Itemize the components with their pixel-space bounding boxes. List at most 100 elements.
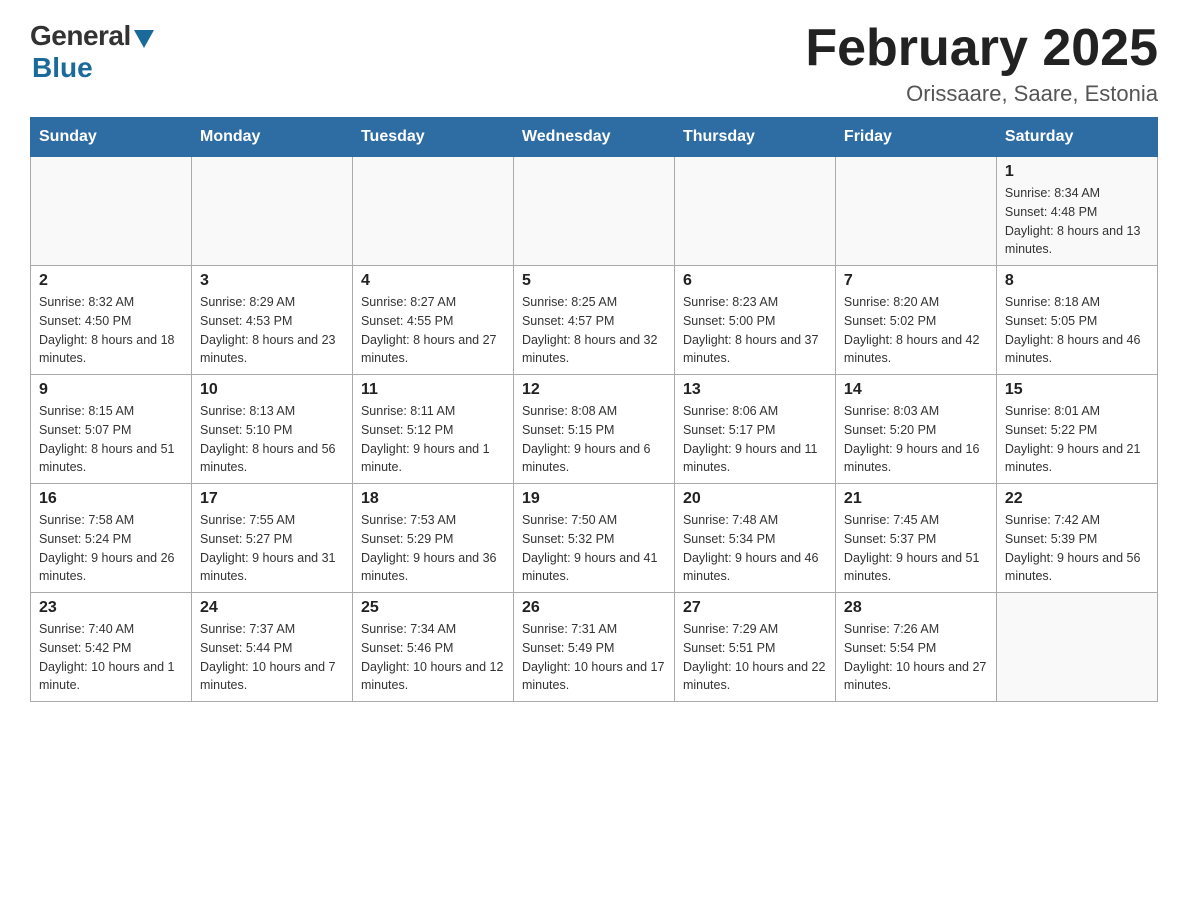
calendar-cell: 19 Sunrise: 7:50 AMSunset: 5:32 PMDayligh…: [513, 484, 674, 593]
day-info: Sunrise: 8:11 AMSunset: 5:12 PMDaylight:…: [361, 402, 505, 477]
header-thursday: Thursday: [674, 118, 835, 157]
header-tuesday: Tuesday: [352, 118, 513, 157]
day-info: Sunrise: 8:03 AMSunset: 5:20 PMDaylight:…: [844, 402, 988, 477]
day-info: Sunrise: 7:50 AMSunset: 5:32 PMDaylight:…: [522, 511, 666, 586]
header-friday: Friday: [835, 118, 996, 157]
calendar-cell: 14 Sunrise: 8:03 AMSunset: 5:20 PMDayligh…: [835, 375, 996, 484]
day-number: 22: [1005, 490, 1149, 508]
calendar-cell: 7 Sunrise: 8:20 AMSunset: 5:02 PMDaylight…: [835, 266, 996, 375]
calendar-cell: 4 Sunrise: 8:27 AMSunset: 4:55 PMDaylight…: [352, 266, 513, 375]
calendar-cell: 16 Sunrise: 7:58 AMSunset: 5:24 PMDayligh…: [31, 484, 192, 593]
day-number: 13: [683, 381, 827, 399]
day-info: Sunrise: 7:29 AMSunset: 5:51 PMDaylight:…: [683, 620, 827, 695]
day-number: 23: [39, 599, 183, 617]
calendar-week-row: 9 Sunrise: 8:15 AMSunset: 5:07 PMDaylight…: [31, 375, 1158, 484]
day-info: Sunrise: 7:48 AMSunset: 5:34 PMDaylight:…: [683, 511, 827, 586]
calendar-cell: 26 Sunrise: 7:31 AMSunset: 5:49 PMDayligh…: [513, 593, 674, 702]
calendar-cell: 10 Sunrise: 8:13 AMSunset: 5:10 PMDayligh…: [191, 375, 352, 484]
day-info: Sunrise: 8:08 AMSunset: 5:15 PMDaylight:…: [522, 402, 666, 477]
day-info: Sunrise: 7:34 AMSunset: 5:46 PMDaylight:…: [361, 620, 505, 695]
calendar-header-row: Sunday Monday Tuesday Wednesday Thursday…: [31, 118, 1158, 157]
day-info: Sunrise: 8:20 AMSunset: 5:02 PMDaylight:…: [844, 293, 988, 368]
calendar-cell: 11 Sunrise: 8:11 AMSunset: 5:12 PMDayligh…: [352, 375, 513, 484]
title-area: February 2025 Orissaare, Saare, Estonia: [805, 20, 1158, 107]
day-info: Sunrise: 7:26 AMSunset: 5:54 PMDaylight:…: [844, 620, 988, 695]
calendar-cell: [996, 593, 1157, 702]
day-number: 12: [522, 381, 666, 399]
day-number: 8: [1005, 272, 1149, 290]
calendar-week-row: 1Sunrise: 8:34 AMSunset: 4:48 PMDaylight…: [31, 157, 1158, 266]
day-number: 24: [200, 599, 344, 617]
day-info: Sunrise: 8:27 AMSunset: 4:55 PMDaylight:…: [361, 293, 505, 368]
calendar-week-row: 16 Sunrise: 7:58 AMSunset: 5:24 PMDayligh…: [31, 484, 1158, 593]
day-info: Sunrise: 8:06 AMSunset: 5:17 PMDaylight:…: [683, 402, 827, 477]
calendar-cell: 21 Sunrise: 7:45 AMSunset: 5:37 PMDayligh…: [835, 484, 996, 593]
calendar-table: Sunday Monday Tuesday Wednesday Thursday…: [30, 117, 1158, 702]
day-number: 17: [200, 490, 344, 508]
calendar-cell: 9 Sunrise: 8:15 AMSunset: 5:07 PMDaylight…: [31, 375, 192, 484]
day-info: Sunrise: 7:45 AMSunset: 5:37 PMDaylight:…: [844, 511, 988, 586]
header-sunday: Sunday: [31, 118, 192, 157]
day-number: 26: [522, 599, 666, 617]
calendar-cell: 2Sunrise: 8:32 AMSunset: 4:50 PMDaylight…: [31, 266, 192, 375]
day-info: Sunrise: 8:29 AMSunset: 4:53 PMDaylight:…: [200, 293, 344, 368]
calendar-cell: 5Sunrise: 8:25 AMSunset: 4:57 PMDaylight…: [513, 266, 674, 375]
day-number: 19: [522, 490, 666, 508]
day-info: Sunrise: 7:40 AMSunset: 5:42 PMDaylight:…: [39, 620, 183, 695]
calendar-cell: 1Sunrise: 8:34 AMSunset: 4:48 PMDaylight…: [996, 157, 1157, 266]
day-info: Sunrise: 7:53 AMSunset: 5:29 PMDaylight:…: [361, 511, 505, 586]
day-number: 4: [361, 272, 505, 290]
day-info: Sunrise: 7:58 AMSunset: 5:24 PMDaylight:…: [39, 511, 183, 586]
header-wednesday: Wednesday: [513, 118, 674, 157]
calendar-cell: [835, 157, 996, 266]
day-number: 18: [361, 490, 505, 508]
day-info: Sunrise: 8:15 AMSunset: 5:07 PMDaylight:…: [39, 402, 183, 477]
calendar-cell: [513, 157, 674, 266]
calendar-cell: 3 Sunrise: 8:29 AMSunset: 4:53 PMDaylight…: [191, 266, 352, 375]
logo: General Blue: [30, 20, 154, 84]
header-saturday: Saturday: [996, 118, 1157, 157]
day-info: Sunrise: 7:31 AMSunset: 5:49 PMDaylight:…: [522, 620, 666, 695]
day-number: 1: [1005, 163, 1149, 181]
calendar-cell: 18 Sunrise: 7:53 AMSunset: 5:29 PMDayligh…: [352, 484, 513, 593]
logo-triangle-icon: [134, 30, 154, 48]
calendar-cell: [191, 157, 352, 266]
day-number: 11: [361, 381, 505, 399]
calendar-cell: 25 Sunrise: 7:34 AMSunset: 5:46 PMDayligh…: [352, 593, 513, 702]
day-number: 2: [39, 272, 183, 290]
calendar-cell: [674, 157, 835, 266]
day-number: 21: [844, 490, 988, 508]
day-info: Sunrise: 7:42 AMSunset: 5:39 PMDaylight:…: [1005, 511, 1149, 586]
calendar-cell: 24 Sunrise: 7:37 AMSunset: 5:44 PMDayligh…: [191, 593, 352, 702]
day-info: Sunrise: 7:37 AMSunset: 5:44 PMDaylight:…: [200, 620, 344, 695]
logo-blue-text: Blue: [32, 52, 93, 84]
day-number: 9: [39, 381, 183, 399]
day-number: 28: [844, 599, 988, 617]
calendar-cell: 28 Sunrise: 7:26 AMSunset: 5:54 PMDayligh…: [835, 593, 996, 702]
day-number: 10: [200, 381, 344, 399]
calendar-cell: 6Sunrise: 8:23 AMSunset: 5:00 PMDaylight…: [674, 266, 835, 375]
day-number: 3: [200, 272, 344, 290]
calendar-week-row: 2Sunrise: 8:32 AMSunset: 4:50 PMDaylight…: [31, 266, 1158, 375]
day-number: 7: [844, 272, 988, 290]
calendar-cell: 17 Sunrise: 7:55 AMSunset: 5:27 PMDayligh…: [191, 484, 352, 593]
day-number: 25: [361, 599, 505, 617]
calendar-cell: 8 Sunrise: 8:18 AMSunset: 5:05 PMDaylight…: [996, 266, 1157, 375]
day-info: Sunrise: 8:18 AMSunset: 5:05 PMDaylight:…: [1005, 293, 1149, 368]
calendar-cell: 23 Sunrise: 7:40 AMSunset: 5:42 PMDayligh…: [31, 593, 192, 702]
calendar-week-row: 23 Sunrise: 7:40 AMSunset: 5:42 PMDayligh…: [31, 593, 1158, 702]
day-number: 15: [1005, 381, 1149, 399]
month-title: February 2025: [805, 20, 1158, 77]
calendar-cell: [31, 157, 192, 266]
day-number: 16: [39, 490, 183, 508]
day-number: 20: [683, 490, 827, 508]
day-info: Sunrise: 8:01 AMSunset: 5:22 PMDaylight:…: [1005, 402, 1149, 477]
day-number: 27: [683, 599, 827, 617]
day-number: 6: [683, 272, 827, 290]
header-monday: Monday: [191, 118, 352, 157]
day-info: Sunrise: 8:25 AMSunset: 4:57 PMDaylight:…: [522, 293, 666, 368]
day-number: 14: [844, 381, 988, 399]
calendar-cell: 27 Sunrise: 7:29 AMSunset: 5:51 PMDayligh…: [674, 593, 835, 702]
day-info: Sunrise: 7:55 AMSunset: 5:27 PMDaylight:…: [200, 511, 344, 586]
day-info: Sunrise: 8:13 AMSunset: 5:10 PMDaylight:…: [200, 402, 344, 477]
